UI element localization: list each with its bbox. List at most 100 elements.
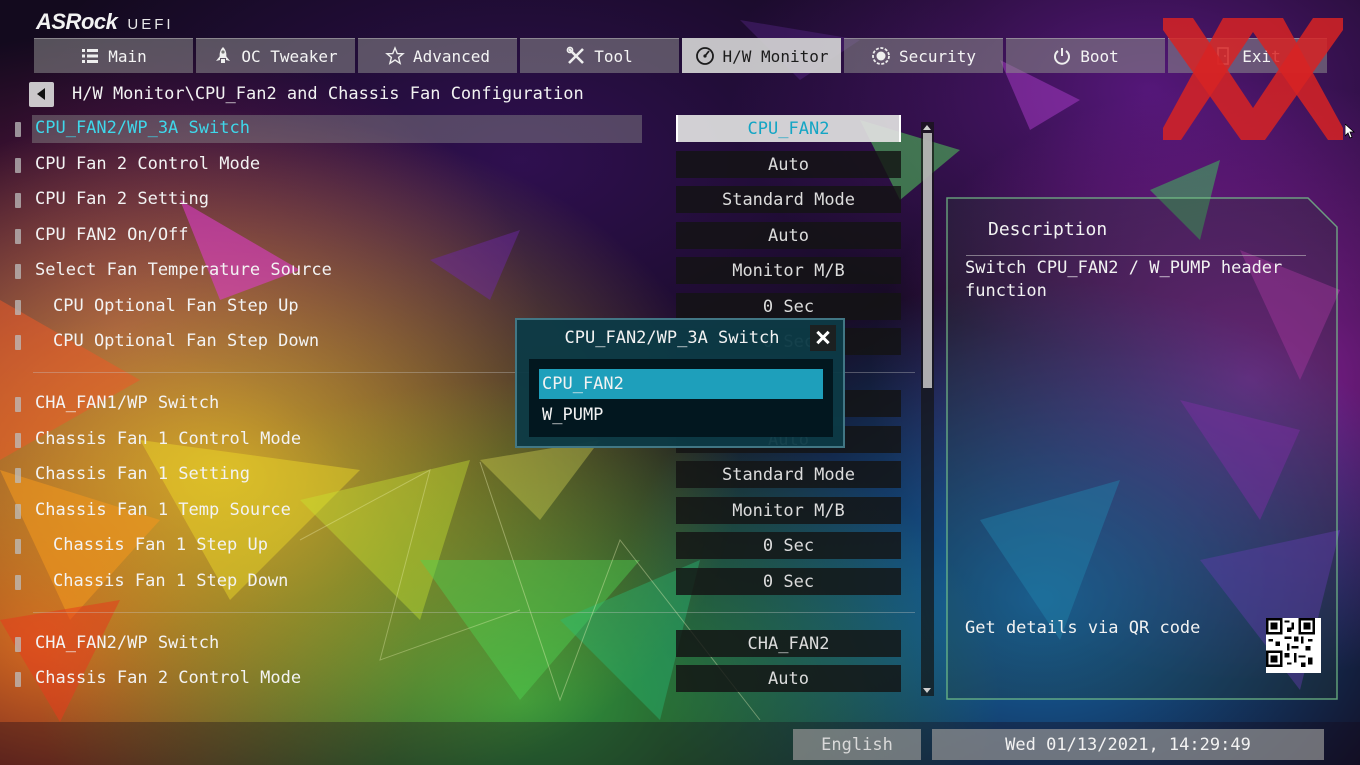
logo-uefi: UEFI bbox=[127, 16, 174, 33]
setting-label: CPU Fan 2 Control Mode bbox=[35, 154, 261, 174]
setting-row[interactable]: Chassis Fan 1 Step Down 0 Sec bbox=[0, 567, 910, 597]
setting-row[interactable]: CPU FAN2 On/Off Auto bbox=[0, 221, 910, 251]
back-button[interactable] bbox=[29, 82, 54, 107]
popup-option-w-pump[interactable]: W_PUMP bbox=[539, 400, 823, 430]
setting-value[interactable]: Auto bbox=[676, 222, 901, 249]
star-icon bbox=[385, 46, 405, 65]
setting-label: CPU Fan 2 Setting bbox=[35, 189, 209, 209]
tab-main[interactable]: Main bbox=[34, 38, 193, 73]
description-text: Switch CPU_FAN2 / W_PUMP header function bbox=[965, 258, 1283, 301]
setting-label: Select Fan Temperature Source bbox=[35, 260, 332, 280]
setting-value[interactable]: Auto bbox=[676, 151, 901, 178]
tab-hw-monitor[interactable]: H/W Monitor bbox=[682, 38, 841, 73]
description-divider bbox=[966, 255, 1306, 256]
setting-value[interactable]: 0 Sec bbox=[676, 293, 901, 320]
setting-value[interactable]: Monitor M/B bbox=[676, 257, 901, 284]
row-bullet bbox=[15, 158, 21, 173]
gauge-icon bbox=[695, 47, 714, 65]
tab-label: Boot bbox=[1080, 46, 1119, 66]
date-time-display: Wed 01/13/2021, 14:29:49 bbox=[932, 729, 1324, 760]
row-bullet bbox=[15, 539, 21, 554]
qr-label: Get details via QR code bbox=[965, 618, 1201, 638]
settings-scrollbar[interactable] bbox=[921, 122, 934, 696]
row-bullet bbox=[15, 122, 21, 137]
shield-icon bbox=[872, 47, 890, 65]
scrollbar-thumb[interactable] bbox=[923, 133, 932, 388]
tab-advanced[interactable]: Advanced bbox=[358, 38, 517, 73]
row-bullet bbox=[15, 672, 21, 687]
close-icon[interactable] bbox=[810, 325, 836, 351]
setting-label: CHA_FAN2/WP Switch bbox=[35, 633, 220, 653]
mouse-cursor-icon bbox=[1345, 124, 1355, 139]
row-bullet bbox=[15, 300, 21, 315]
scroll-up-arrow-icon[interactable] bbox=[923, 123, 932, 132]
tab-tool[interactable]: Tool bbox=[520, 38, 679, 73]
setting-row[interactable]: CPU Fan 2 Setting Standard Mode bbox=[0, 185, 910, 215]
setting-row[interactable]: Chassis Fan 1 Temp Source Monitor M/B bbox=[0, 496, 910, 526]
setting-label: CPU_FAN2/WP_3A Switch bbox=[35, 118, 250, 138]
setting-label: Chassis Fan 1 Setting bbox=[35, 464, 250, 484]
row-bullet bbox=[15, 433, 21, 448]
setting-label: CHA_FAN1/WP Switch bbox=[35, 393, 220, 413]
tab-security[interactable]: Security bbox=[844, 38, 1003, 73]
setting-row[interactable]: CPU Fan 2 Control Mode Auto bbox=[0, 150, 910, 180]
setting-label: Chassis Fan 1 Step Up bbox=[53, 535, 268, 555]
tab-oc-tweaker[interactable]: OC Tweaker bbox=[196, 38, 355, 73]
wrench-screwdriver-icon bbox=[566, 46, 585, 64]
list-icon bbox=[82, 49, 99, 63]
setting-value[interactable]: CPU_FAN2 bbox=[676, 115, 901, 142]
setting-label: Chassis Fan 1 Step Down bbox=[53, 571, 289, 591]
power-icon bbox=[1054, 48, 1071, 65]
row-bullet bbox=[15, 397, 21, 412]
description-title: Description bbox=[988, 219, 1108, 240]
setting-value[interactable]: Auto bbox=[676, 665, 901, 692]
tab-label: Main bbox=[108, 46, 147, 66]
setting-value[interactable]: CHA_FAN2 bbox=[676, 630, 901, 657]
scroll-down-arrow-icon[interactable] bbox=[923, 686, 932, 695]
setting-label: CPU Optional Fan Step Up bbox=[53, 296, 299, 316]
setting-label: Chassis Fan 1 Temp Source bbox=[35, 500, 291, 520]
setting-value[interactable]: Monitor M/B bbox=[676, 497, 901, 524]
logo-brand: ASRock bbox=[36, 9, 118, 34]
row-bullet bbox=[15, 335, 21, 350]
row-bullet bbox=[15, 504, 21, 519]
setting-value[interactable]: 0 Sec bbox=[676, 532, 901, 559]
language-selector[interactable]: English bbox=[793, 729, 921, 760]
setting-value[interactable]: 0 Sec bbox=[676, 568, 901, 595]
tab-label: Security bbox=[898, 46, 977, 66]
setting-row[interactable]: CPU_FAN2/WP_3A Switch CPU_FAN2 bbox=[0, 114, 910, 144]
setting-label: CPU Optional Fan Step Down bbox=[53, 331, 320, 351]
tab-label: OC Tweaker bbox=[241, 46, 338, 66]
setting-row[interactable]: Select Fan Temperature Source Monitor M/… bbox=[0, 256, 910, 286]
tab-label: H/W Monitor bbox=[722, 46, 829, 66]
setting-value[interactable]: Standard Mode bbox=[676, 186, 901, 213]
description-panel: Description Switch CPU_FAN2 / W_PUMP hea… bbox=[946, 197, 1338, 700]
popup-option-list: CPU_FAN2 W_PUMP bbox=[529, 359, 833, 437]
row-bullet bbox=[15, 193, 21, 208]
row-bullet bbox=[15, 264, 21, 279]
asrock-logo: ASRock UEFI bbox=[36, 9, 174, 35]
setting-row[interactable]: Chassis Fan 1 Step Up 0 Sec bbox=[0, 531, 910, 561]
setting-label: Chassis Fan 1 Control Mode bbox=[35, 429, 302, 449]
setting-label: CPU FAN2 On/Off bbox=[35, 225, 189, 245]
row-bullet bbox=[15, 575, 21, 590]
setting-row[interactable]: Chassis Fan 1 Setting Standard Mode bbox=[0, 460, 910, 490]
setting-label: Chassis Fan 2 Control Mode bbox=[35, 668, 302, 688]
section-divider bbox=[33, 612, 915, 613]
tab-label: Tool bbox=[594, 46, 633, 66]
row-bullet bbox=[15, 468, 21, 483]
popup-title: CPU_FAN2/WP_3A Switch bbox=[564, 328, 780, 348]
tab-label: Advanced bbox=[412, 46, 491, 66]
rocket-icon bbox=[216, 47, 231, 63]
qr-code-image bbox=[1266, 618, 1321, 673]
xx-watermark-logo bbox=[1163, 18, 1343, 140]
breadcrumb: H/W Monitor\CPU_Fan2 and Chassis Fan Con… bbox=[72, 84, 584, 104]
setting-row[interactable]: CHA_FAN2/WP Switch CHA_FAN2 bbox=[0, 629, 910, 659]
row-bullet bbox=[15, 229, 21, 244]
switch-popup-dialog: CPU_FAN2/WP_3A Switch CPU_FAN2 W_PUMP bbox=[515, 318, 845, 448]
popup-option-cpu-fan2[interactable]: CPU_FAN2 bbox=[539, 369, 823, 399]
row-bullet bbox=[15, 637, 21, 652]
setting-value[interactable]: Standard Mode bbox=[676, 461, 901, 488]
setting-row[interactable]: Chassis Fan 2 Control Mode Auto bbox=[0, 664, 910, 694]
tab-boot[interactable]: Boot bbox=[1006, 38, 1165, 73]
